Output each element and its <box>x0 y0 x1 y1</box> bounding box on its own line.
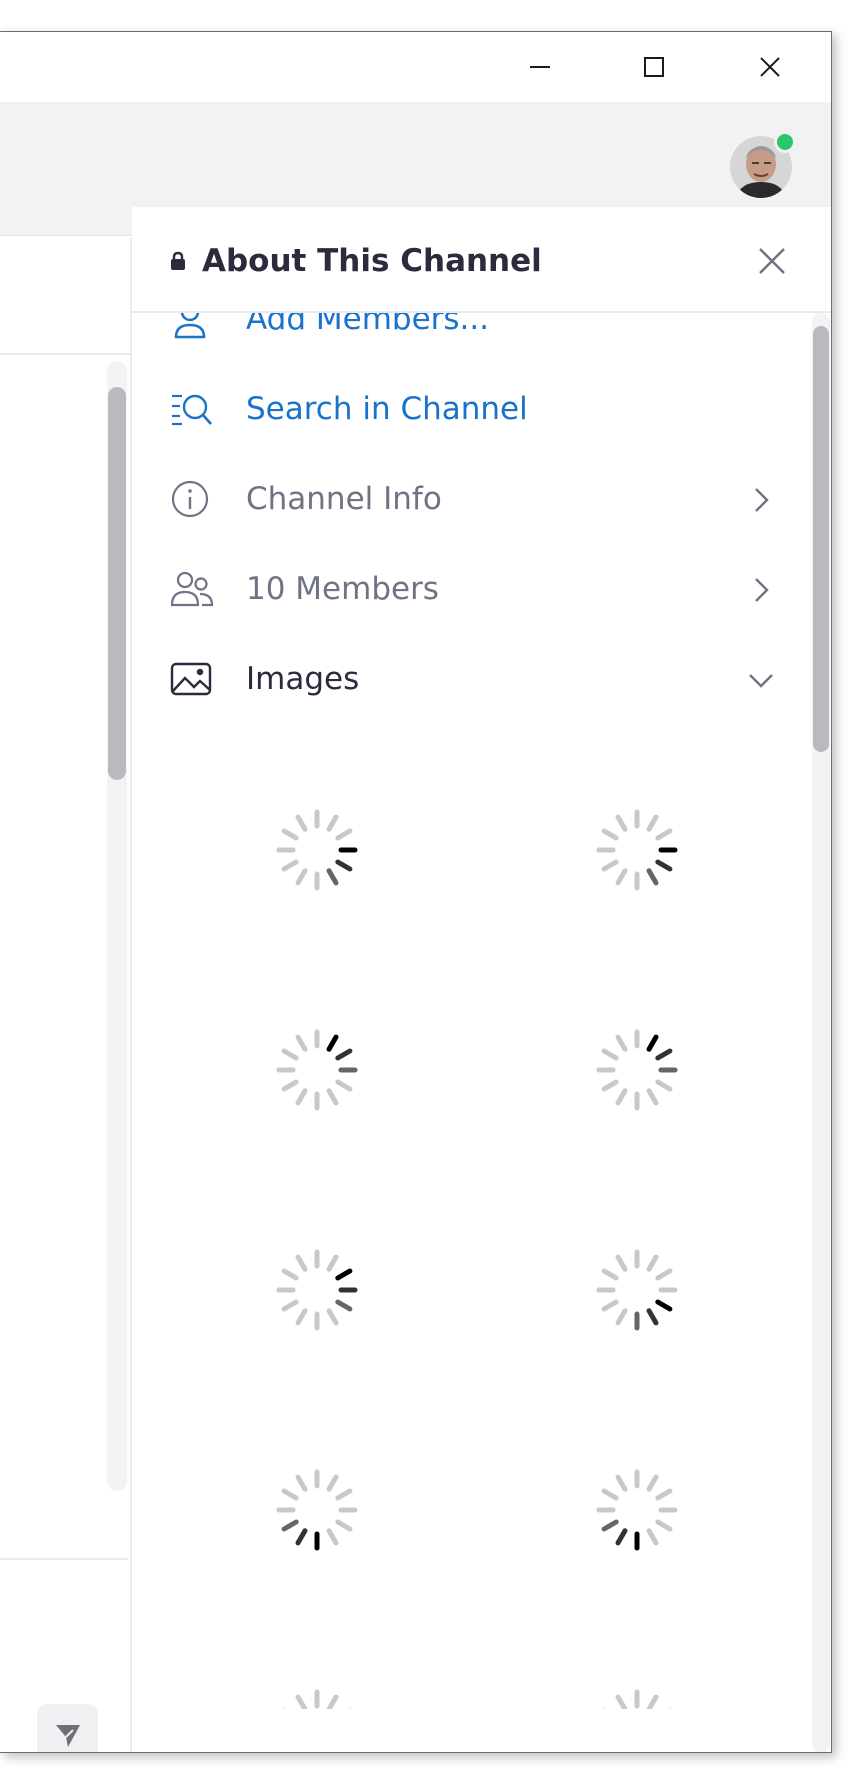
about-channel-panel: About This Channel Add Members... Search… <box>132 207 831 1752</box>
images-item[interactable]: Images <box>132 637 812 727</box>
close-icon <box>760 57 780 77</box>
presence-indicator <box>774 131 796 153</box>
image-loading-spinner <box>592 805 682 895</box>
send-button[interactable] <box>37 1704 98 1752</box>
image-loading-spinner <box>272 1685 362 1709</box>
send-icon <box>55 1724 80 1747</box>
spinner-icon <box>276 1249 358 1331</box>
close-panel-button[interactable] <box>754 243 790 279</box>
title-bar <box>0 32 831 102</box>
chat-header <box>0 237 130 355</box>
search-list-icon <box>172 394 212 426</box>
image-loading-spinner <box>592 1245 682 1335</box>
images-label: Images <box>246 661 360 697</box>
add-members-label: Add Members... <box>246 313 490 337</box>
spinner-icon <box>596 1029 678 1111</box>
spinner-icon <box>602 1689 672 1709</box>
panel-body: Add Members... Search in Channel Channel… <box>132 313 831 1709</box>
minimize-icon <box>530 66 550 68</box>
users-icon <box>170 571 214 607</box>
maximize-icon <box>644 57 664 77</box>
image-loading-spinner <box>272 1025 362 1115</box>
members-label: 10 Members <box>246 571 439 607</box>
app-window: About This Channel Add Members... Search… <box>0 31 832 1753</box>
info-icon <box>171 480 209 518</box>
spinner-icon <box>276 1469 358 1551</box>
spinner-icon <box>276 809 358 891</box>
spinner-icon <box>596 809 678 891</box>
members-item[interactable]: 10 Members <box>132 547 812 637</box>
chat-pane <box>0 237 132 1752</box>
search-in-channel-item[interactable]: Search in Channel <box>132 367 812 457</box>
chevron-right-icon <box>755 488 769 512</box>
minimize-button[interactable] <box>510 42 570 92</box>
spinner-icon <box>276 1029 358 1111</box>
image-loading-spinner <box>272 805 362 895</box>
lock-icon <box>171 251 185 270</box>
chevron-right-icon <box>755 578 769 602</box>
panel-title: About This Channel <box>202 243 542 279</box>
channel-info-label: Channel Info <box>246 481 442 517</box>
composer-divider <box>0 1558 128 1560</box>
spinner-icon <box>596 1249 678 1331</box>
image-loading-spinner <box>272 1245 362 1335</box>
image-icon <box>170 662 212 696</box>
panel-header: About This Channel <box>132 207 831 313</box>
image-loading-spinner <box>592 1685 682 1709</box>
chat-scrollbar-thumb[interactable] <box>108 387 126 780</box>
channel-info-item[interactable]: Channel Info <box>132 457 812 547</box>
add-members-item[interactable]: Add Members... <box>132 313 812 367</box>
search-in-channel-label: Search in Channel <box>246 391 528 427</box>
add-user-icon <box>174 313 206 339</box>
panel-scrollbar-thumb[interactable] <box>813 326 829 752</box>
chevron-down-icon <box>749 674 773 688</box>
image-loading-spinner <box>592 1465 682 1555</box>
spinner-icon <box>282 1689 352 1709</box>
maximize-button[interactable] <box>624 42 684 92</box>
close-window-button[interactable] <box>740 42 800 92</box>
spinner-icon <box>596 1469 678 1551</box>
image-loading-spinner <box>272 1465 362 1555</box>
image-loading-spinner <box>592 1025 682 1115</box>
